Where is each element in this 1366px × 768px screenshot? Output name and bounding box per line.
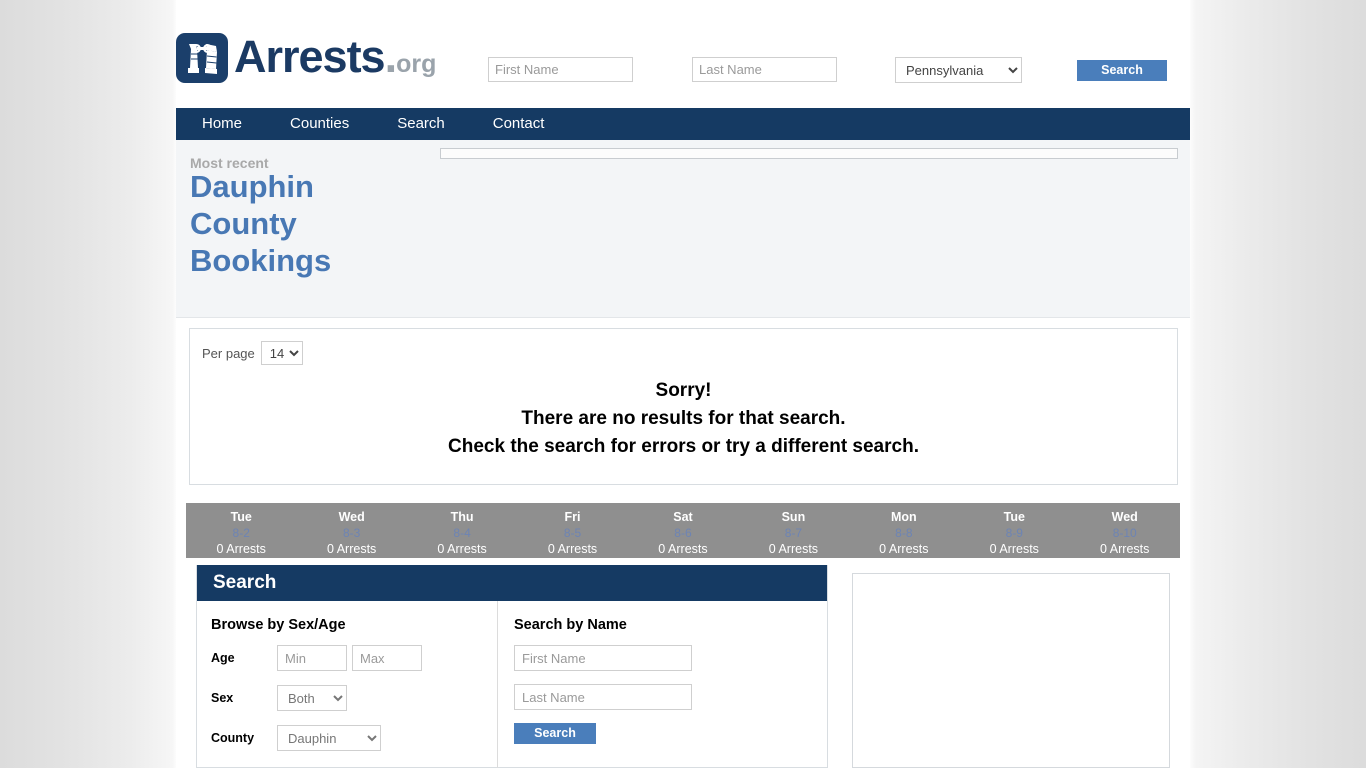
age-label: Age: [211, 651, 235, 665]
sex-select[interactable]: Both: [277, 685, 347, 711]
page-title[interactable]: Dauphin County Bookings: [190, 168, 390, 279]
date-value: 8-8: [895, 526, 913, 540]
handcuffs-icon: [176, 33, 228, 83]
date-cell[interactable]: Sun 8-7 0 Arrests: [738, 503, 848, 558]
search-panel-header: Search: [197, 565, 827, 601]
date-cell[interactable]: Thu 8-4 0 Arrests: [407, 503, 517, 558]
date-cell[interactable]: Tue 8-9 0 Arrests: [959, 503, 1069, 558]
brand-tld: org: [396, 49, 437, 78]
date-cell[interactable]: Tue 8-2 0 Arrests: [186, 503, 296, 558]
no-results-line-1: Sorry!: [655, 380, 712, 401]
date-strip: Tue 8-2 0 Arrests Wed 8-3 0 Arrests Thu …: [186, 503, 1180, 558]
nav-item-contact[interactable]: Contact: [493, 108, 545, 140]
date-value: 8-7: [784, 526, 803, 540]
date-value: 8-6: [674, 526, 692, 540]
date-count: 0 Arrests: [989, 542, 1039, 556]
panel-first-name-input[interactable]: [514, 645, 692, 671]
date-cell[interactable]: Wed 8-10 0 Arrests: [1070, 503, 1180, 558]
browse-by-sex-age-column: Browse by Sex/Age Age Sex Both County: [197, 601, 497, 768]
county-field-row: County Dauphin: [211, 725, 497, 751]
date-count: 0 Arrests: [879, 542, 929, 556]
per-page-label: Per page: [202, 345, 255, 361]
page-column: Arrests.org Pennsylvania Search Home Cou…: [176, 0, 1190, 768]
date-dow: Sun: [781, 510, 806, 524]
date-count: 0 Arrests: [658, 542, 708, 556]
date-value: 8-4: [453, 526, 471, 540]
main-navigation: Home Counties Search Contact: [176, 108, 1190, 140]
date-value: 8-5: [563, 526, 582, 540]
date-dow: Mon: [891, 510, 917, 524]
county-select[interactable]: Dauphin: [277, 725, 381, 751]
date-count: 0 Arrests: [547, 542, 598, 556]
date-count: 0 Arrests: [768, 542, 819, 556]
lower-section: Search Browse by Sex/Age Age Sex Both: [176, 565, 1190, 768]
nav-item-home[interactable]: Home: [202, 108, 242, 140]
date-dow: Wed: [1111, 510, 1138, 524]
date-count: 0 Arrests: [437, 542, 487, 556]
per-page-control: Per page 14: [202, 341, 303, 365]
results-panel: Per page 14 Sorry! There are no results …: [189, 328, 1178, 485]
brand-dot: .: [384, 30, 397, 82]
date-dow: Sat: [673, 510, 693, 524]
per-page-select[interactable]: 14: [260, 341, 303, 365]
date-dow: Tue: [230, 510, 252, 524]
date-value: 8-10: [1112, 526, 1137, 540]
no-results-line-3: Check the search for errors or try a dif…: [448, 436, 919, 457]
hero-band: Most recent Dauphin County Bookings: [176, 140, 1190, 318]
sex-field-row: Sex Both: [211, 685, 497, 711]
date-cell[interactable]: Fri 8-5 0 Arrests: [517, 503, 627, 558]
date-value: 8-2: [232, 526, 250, 540]
no-results-line-2: There are no results for that search.: [521, 408, 846, 429]
nav-item-search[interactable]: Search: [397, 108, 445, 140]
panel-last-name-input[interactable]: [514, 684, 692, 710]
site-header: Arrests.org Pennsylvania Search: [176, 0, 1190, 108]
county-label: County: [211, 731, 255, 745]
date-dow: Tue: [1003, 510, 1025, 524]
sidebar-ad-placeholder: [852, 573, 1170, 768]
search-panel: Search Browse by Sex/Age Age Sex Both: [196, 565, 828, 768]
header-last-name-input[interactable]: [692, 57, 837, 82]
search-by-name-column: Search by Name Search: [497, 601, 829, 768]
header-search-button[interactable]: Search: [1077, 60, 1167, 81]
browse-heading: Browse by Sex/Age: [211, 617, 346, 633]
date-cell[interactable]: Mon 8-8 0 Arrests: [849, 503, 959, 558]
header-first-name-input[interactable]: [488, 57, 633, 82]
site-logo[interactable]: Arrests.org: [176, 33, 436, 83]
date-count: 0 Arrests: [216, 542, 266, 556]
date-cell[interactable]: Sat 8-6 0 Arrests: [628, 503, 738, 558]
date-value: 8-9: [1005, 526, 1023, 540]
nav-item-counties[interactable]: Counties: [290, 108, 349, 140]
sex-label: Sex: [211, 691, 234, 705]
date-cell[interactable]: Wed 8-3 0 Arrests: [296, 503, 406, 558]
search-panel-title: Search: [213, 572, 277, 593]
top-ad-placeholder: [440, 148, 1178, 159]
name-heading: Search by Name: [514, 617, 627, 633]
age-min-input[interactable]: [277, 645, 347, 671]
panel-search-button[interactable]: Search: [514, 723, 596, 744]
brand-text: Arrests.org: [234, 34, 436, 83]
age-field-row: Age: [211, 645, 497, 671]
date-dow: Wed: [338, 510, 365, 524]
no-results-message: Sorry! There are no results for that sea…: [190, 377, 1177, 461]
date-value: 8-3: [342, 526, 361, 540]
brand-main: Arrests: [234, 30, 386, 82]
age-max-input[interactable]: [352, 645, 422, 671]
date-dow: Thu: [450, 510, 474, 524]
date-count: 0 Arrests: [326, 542, 377, 556]
header-state-select[interactable]: Pennsylvania: [895, 57, 1022, 83]
date-dow: Fri: [564, 510, 581, 524]
date-count: 0 Arrests: [1100, 542, 1150, 556]
